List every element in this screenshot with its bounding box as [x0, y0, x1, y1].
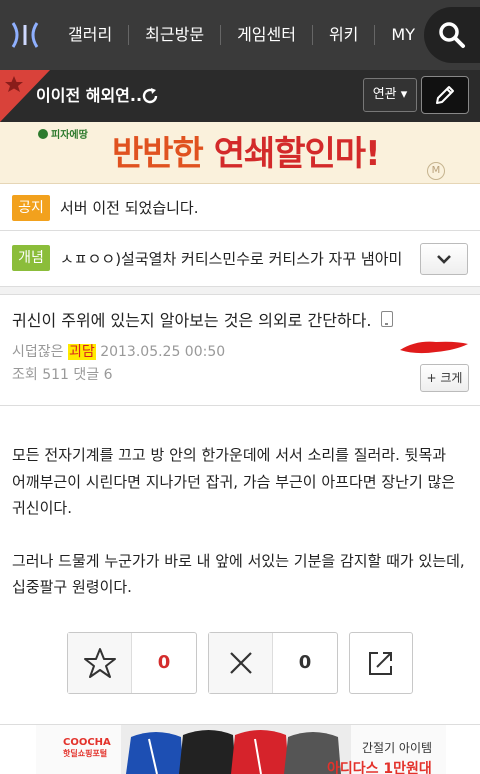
nav-item-recent[interactable]: 최근방문: [129, 0, 220, 70]
chevron-down-icon: [437, 255, 451, 264]
notice-badge: 공지: [12, 195, 50, 221]
views-label: 조회: [12, 367, 38, 383]
post-author[interactable]: 시덥잖은: [12, 344, 64, 360]
post-meta: 시덥잖은 괴담 2013.05.25 00:50: [12, 341, 225, 361]
pencil-icon: [436, 86, 454, 104]
not-recommend-button[interactable]: 0: [208, 632, 338, 694]
write-button[interactable]: [421, 76, 469, 114]
top-nav: 갤러리 최근방문 게임센터 위키 MY: [0, 0, 480, 70]
share-icon: [369, 652, 392, 675]
concept-row[interactable]: 개념 ㅅㅍㅇㅇ)설국열차 커티스민수로 커티스가 자꾸 냄아미: [0, 231, 480, 287]
ad2-product-image: [121, 725, 351, 774]
ad-brand: 피자에땅: [38, 126, 88, 141]
post-category: 괴담: [67, 344, 96, 360]
ad2-brand: COOCHA 핫딜쇼핑포털: [63, 737, 111, 759]
ad-headline-word1: 반반한: [112, 134, 204, 174]
post-paragraph: 그러나 드물게 누군가가 바로 내 앞에 서있는 기분을 감지할 때가 있는데,…: [12, 551, 465, 597]
post-paragraph: 모든 전자기계를 끄고 방 안의 한가운데에 서서 소리를 질러라. 뒷목과 어…: [12, 446, 456, 517]
ad2-line2: 아디다스 1만원대: [327, 761, 432, 774]
related-button[interactable]: 연관 ▾: [363, 78, 417, 112]
ad-headline-word2: 연쇄할인마!: [213, 134, 381, 174]
ad-headline: 반반한 연쇄할인마!: [112, 134, 381, 174]
comments-count: 6: [103, 367, 113, 383]
ad-banner-bottom[interactable]: COOCHA 핫딜쇼핑포털 간절기 아이템 아디다스 1만원대: [36, 725, 446, 774]
post-date: 2013.05.25 00:50: [100, 344, 226, 360]
nav-item-game-center[interactable]: 게임센터: [221, 0, 312, 70]
comments-label: 댓글: [73, 367, 100, 383]
search-icon: [439, 22, 465, 48]
ad2-line1: 간절기 아이템: [362, 741, 433, 755]
not-recommend-count: 0: [298, 652, 312, 673]
concept-text[interactable]: ㅅㅍㅇㅇ)설국열차 커티스민수로 커티스가 자꾸 냄아미: [60, 231, 410, 287]
mobile-icon: [381, 311, 393, 327]
recommend-count: 0: [157, 652, 171, 673]
nav-item-my[interactable]: MY: [375, 0, 431, 70]
notice-text[interactable]: 서버 이전 되었습니다.: [60, 185, 199, 231]
post-stats: 조회 511 댓글 6: [12, 364, 113, 384]
close-icon: [209, 633, 273, 693]
star-icon: [68, 633, 132, 693]
divider: [0, 405, 480, 406]
post-title: 귀신이 주위에 있는지 알아보는 것은 의외로 간단하다.: [12, 311, 372, 330]
nav-item-wiki[interactable]: 위키: [313, 0, 374, 70]
ad2-brand-sub: 핫딜쇼핑포털: [63, 749, 108, 758]
views-count: 511: [42, 367, 69, 383]
recommend-button[interactable]: 0: [67, 632, 197, 694]
site-logo-icon[interactable]: [0, 0, 50, 70]
gallery-header: 이이전 해외연.. 연관 ▾: [0, 70, 480, 122]
refresh-icon[interactable]: [141, 87, 159, 105]
section-gap: [0, 287, 480, 295]
redaction-mark: [400, 341, 468, 354]
ad-brand-label: 피자에땅: [51, 130, 88, 141]
font-bigger-button[interactable]: + 크게: [420, 364, 469, 392]
ad-mark-icon: M: [427, 162, 445, 180]
ad2-brand-name: COOCHA: [63, 737, 111, 748]
expand-button[interactable]: [420, 243, 468, 275]
gallery-title[interactable]: 이이전 해외연..: [36, 70, 142, 122]
concept-badge: 개념: [12, 245, 50, 271]
share-button[interactable]: [349, 632, 413, 694]
notice-row[interactable]: 공지 서버 이전 되었습니다.: [0, 185, 480, 231]
search-button[interactable]: [424, 7, 480, 63]
post-body: 모든 전자기계를 끄고 방 안의 한가운데에 서서 소리를 질러라. 뒷목과 어…: [12, 442, 468, 627]
nav-item-gallery[interactable]: 갤러리: [52, 0, 128, 70]
ad-banner-top[interactable]: 피자에땅 반반한 연쇄할인마! M: [0, 122, 480, 184]
ad-brand-logo-icon: [38, 129, 48, 139]
